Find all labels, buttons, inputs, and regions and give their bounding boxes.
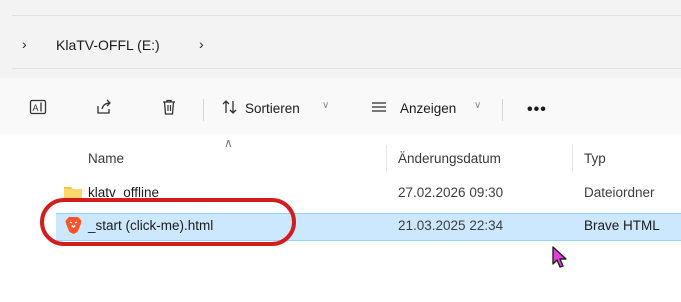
column-header-type[interactable]: Typ xyxy=(584,151,606,166)
chevron-right-icon[interactable]: › xyxy=(199,36,204,52)
chevron-down-icon[interactable]: ∨ xyxy=(322,100,329,111)
divider xyxy=(502,99,503,121)
mouse-cursor-icon xyxy=(552,246,567,268)
address-bar: › KlaTV-OFFL (E:) › xyxy=(0,0,681,78)
sort-icon[interactable] xyxy=(219,96,241,118)
file-type: Brave HTML xyxy=(584,218,660,233)
sort-caret-icon: ∧ xyxy=(224,136,233,150)
divider xyxy=(12,68,681,69)
divider[interactable] xyxy=(572,145,573,171)
chevron-right-icon[interactable]: › xyxy=(22,36,27,52)
rename-icon[interactable]: A xyxy=(27,96,49,118)
divider xyxy=(203,99,204,121)
divider[interactable] xyxy=(386,145,387,171)
more-options-button[interactable]: ••• xyxy=(527,101,547,119)
share-icon[interactable] xyxy=(93,96,115,118)
view-icon[interactable] xyxy=(368,96,390,118)
sort-button[interactable]: Sortieren xyxy=(245,101,300,116)
file-type: Dateiordner xyxy=(584,185,655,200)
divider xyxy=(12,15,681,16)
breadcrumb-drive[interactable]: KlaTV-OFFL (E:) xyxy=(56,37,160,53)
file-date: 27.02.2026 09:30 xyxy=(398,185,504,200)
svg-text:A: A xyxy=(33,103,39,113)
annotation-highlight xyxy=(40,198,296,246)
column-header-date[interactable]: Änderungsdatum xyxy=(398,151,501,166)
column-header-name[interactable]: Name xyxy=(88,151,124,166)
command-bar: A Sortieren ∨ Anzeigen ∨ ••• xyxy=(0,78,681,134)
trash-icon[interactable] xyxy=(158,96,180,118)
view-button[interactable]: Anzeigen xyxy=(400,101,456,116)
file-date: 21.03.2025 22:34 xyxy=(398,218,504,233)
chevron-down-icon[interactable]: ∨ xyxy=(474,100,481,111)
